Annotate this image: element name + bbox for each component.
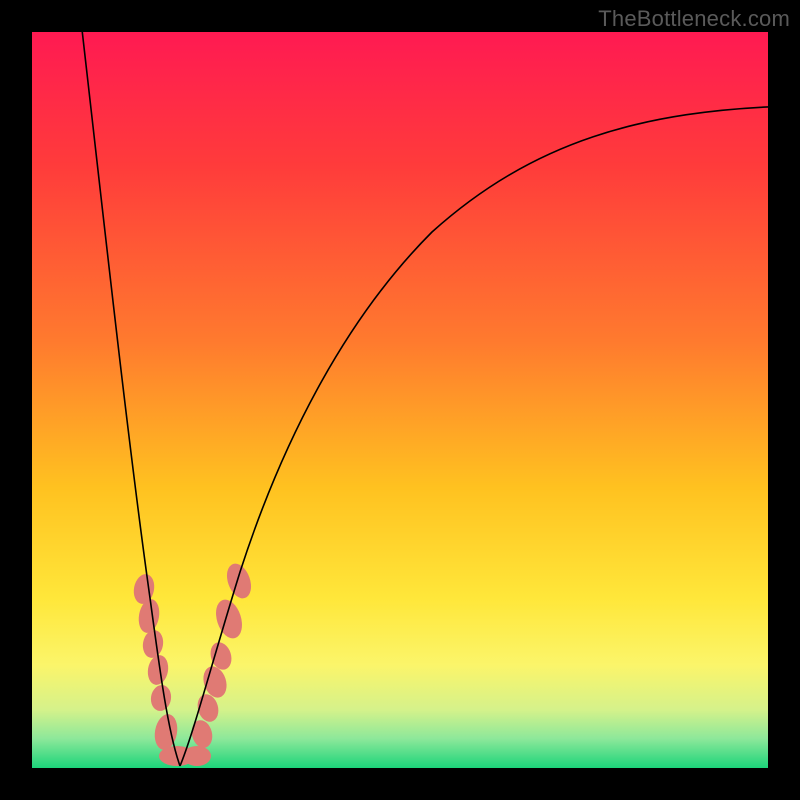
curve-right-branch <box>180 106 768 766</box>
chart-svg <box>32 32 768 768</box>
marker-cluster <box>131 560 255 766</box>
curve-left-branch <box>80 32 180 766</box>
watermark-text: TheBottleneck.com <box>598 6 790 32</box>
plot-area <box>32 32 768 768</box>
